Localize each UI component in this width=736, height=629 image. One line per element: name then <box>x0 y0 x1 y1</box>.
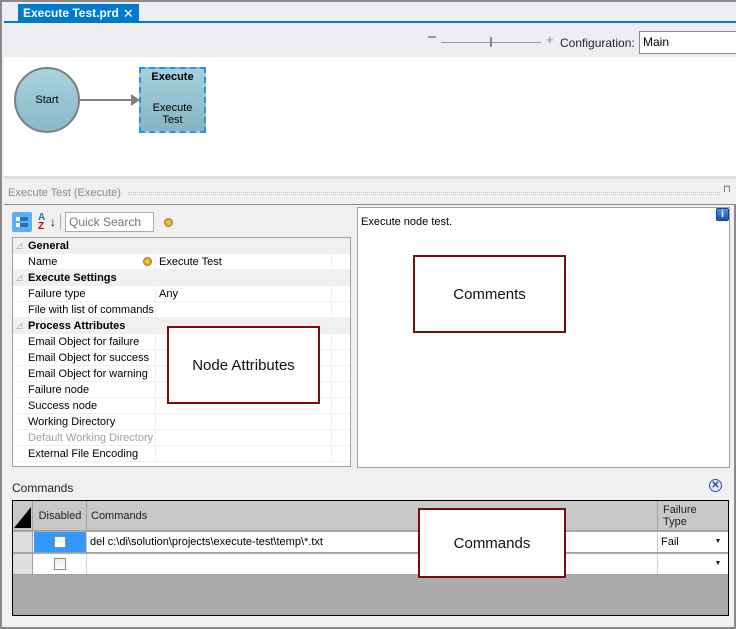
quick-search-input[interactable] <box>65 212 154 232</box>
callout-node-attributes: Node Attributes <box>167 326 320 404</box>
property-value <box>157 430 332 446</box>
disabled-checkbox[interactable] <box>54 558 66 570</box>
property-name: File with list of commands <box>28 302 156 318</box>
row-header[interactable] <box>13 554 33 574</box>
execute-node-name: Execute Test <box>141 102 204 126</box>
category-execute-settings[interactable]: ◿ Execute Settings <box>13 270 350 286</box>
property-row[interactable]: File with list of commands <box>13 302 350 318</box>
configuration-select[interactable]: Main <box>639 31 736 54</box>
collapse-icon[interactable]: ◿ <box>16 318 22 334</box>
document-tab-bar: Execute Test.prd ✕ <box>2 0 736 23</box>
property-name: Success node <box>28 398 156 414</box>
clear-commands-icon[interactable]: ✕ <box>709 479 722 492</box>
diagram-canvas[interactable]: Start Execute Execute Test <box>4 57 736 176</box>
property-name: Name <box>28 254 156 270</box>
failure-type-cell[interactable]: Fail ▼ <box>658 532 728 552</box>
property-name: Email Object for failure <box>28 334 156 350</box>
column-header-commands[interactable]: Commands <box>87 501 658 531</box>
failure-type-cell[interactable]: ▼ <box>658 554 728 574</box>
zoom-slider-thumb[interactable] <box>490 37 492 47</box>
column-header-failure-type[interactable]: Failure Type <box>658 501 728 531</box>
row-header[interactable] <box>13 532 33 552</box>
dropdown-arrow-icon[interactable]: ▼ <box>712 554 724 574</box>
category-label: Execute Settings <box>28 272 117 284</box>
command-row-new[interactable]: ▼ <box>13 554 728 575</box>
execute-node[interactable]: Execute Execute Test <box>139 67 206 133</box>
property-row[interactable]: Working Directory <box>13 414 350 430</box>
start-node[interactable]: Start <box>14 67 80 133</box>
property-name: Default Working Directory <box>28 430 156 446</box>
sort-arrow-icon: ↓ <box>50 215 56 229</box>
command-cell[interactable]: del c:\di\solution\projects\execute-test… <box>87 532 658 552</box>
property-row[interactable]: Name Execute Test <box>13 254 350 270</box>
collapse-icon[interactable]: ◿ <box>16 270 22 286</box>
execute-node-name-line2: Test <box>162 114 183 126</box>
connector-line[interactable] <box>80 99 138 101</box>
resource-icon[interactable] <box>143 257 152 266</box>
properties-panel: A Z ↓ ◿ General Name Execute Test ◿ Exec… <box>4 204 736 474</box>
resource-icon[interactable] <box>164 217 173 227</box>
disabled-cell[interactable] <box>34 554 87 574</box>
property-name: External File Encoding <box>28 446 156 462</box>
column-header-failure-line2: Type <box>663 516 687 528</box>
execute-node-name-line1: Execute <box>152 102 193 114</box>
properties-panel-header: Execute Test (Execute) ⊓ <box>4 176 736 204</box>
property-name: Working Directory <box>28 414 156 430</box>
property-value[interactable] <box>157 302 332 318</box>
properties-panel-title: Execute Test (Execute) <box>8 187 121 199</box>
command-row[interactable]: del c:\di\solution\projects\execute-test… <box>13 532 728 553</box>
execute-node-type: Execute <box>151 71 194 83</box>
commands-section-label: Commands <box>12 481 74 495</box>
column-header-disabled[interactable]: Disabled <box>34 501 87 531</box>
property-value[interactable]: Any <box>157 286 332 302</box>
zoom-in-icon[interactable]: + <box>546 33 554 47</box>
commands-grid: Disabled Commands Failure Type del c:\di… <box>12 500 729 616</box>
property-name: Failure type <box>28 286 156 302</box>
property-value[interactable]: Execute Test <box>143 254 332 270</box>
category-general[interactable]: ◿ General <box>13 238 350 254</box>
commands-grid-header: Disabled Commands Failure Type <box>13 501 728 531</box>
zoom-out-icon[interactable] <box>428 36 436 38</box>
comments-textarea[interactable]: Execute node test. i <box>357 207 730 468</box>
category-label: Process Attributes <box>28 320 126 332</box>
property-grid-toolbar: A Z ↓ <box>12 211 173 233</box>
panel-grip[interactable] <box>128 192 720 195</box>
dropdown-arrow-icon[interactable]: ▼ <box>712 532 724 552</box>
categorized-icon[interactable] <box>12 212 32 232</box>
property-name: Email Object for warning <box>28 366 156 382</box>
designer-toolbar: + Configuration: Main <box>4 23 736 57</box>
property-name: Email Object for success <box>28 350 156 366</box>
select-all-corner[interactable] <box>13 501 33 531</box>
command-cell[interactable] <box>87 554 658 574</box>
toolbar-separator <box>60 214 61 230</box>
property-row: Default Working Directory <box>13 430 350 446</box>
collapse-icon[interactable]: ◿ <box>16 238 22 254</box>
column-header-failure-line1: Failure <box>663 504 697 516</box>
property-row[interactable]: External File Encoding <box>13 446 350 462</box>
pin-icon[interactable]: ⊓ <box>723 184 731 195</box>
property-name: Failure node <box>28 382 156 398</box>
property-row[interactable]: Failure type Any <box>13 286 350 302</box>
callout-comments: Comments <box>413 255 566 333</box>
category-label: General <box>28 240 69 252</box>
failure-type-value: Fail <box>661 536 679 548</box>
info-icon[interactable]: i <box>716 208 729 221</box>
disabled-cell[interactable] <box>34 532 87 552</box>
configuration-label: Configuration: <box>560 36 635 50</box>
comment-text: Execute node test. <box>361 216 453 228</box>
process-designer: + Configuration: Main Start Execute Exec… <box>4 23 736 176</box>
property-value[interactable] <box>157 414 332 430</box>
property-value[interactable] <box>157 446 332 462</box>
callout-commands: Commands <box>418 508 566 578</box>
start-node-label: Start <box>35 94 59 106</box>
window: Execute Test.prd ✕ + Configuration: Main… <box>0 0 736 629</box>
disabled-checkbox[interactable] <box>54 536 66 548</box>
property-value-text: Execute Test <box>159 256 222 268</box>
